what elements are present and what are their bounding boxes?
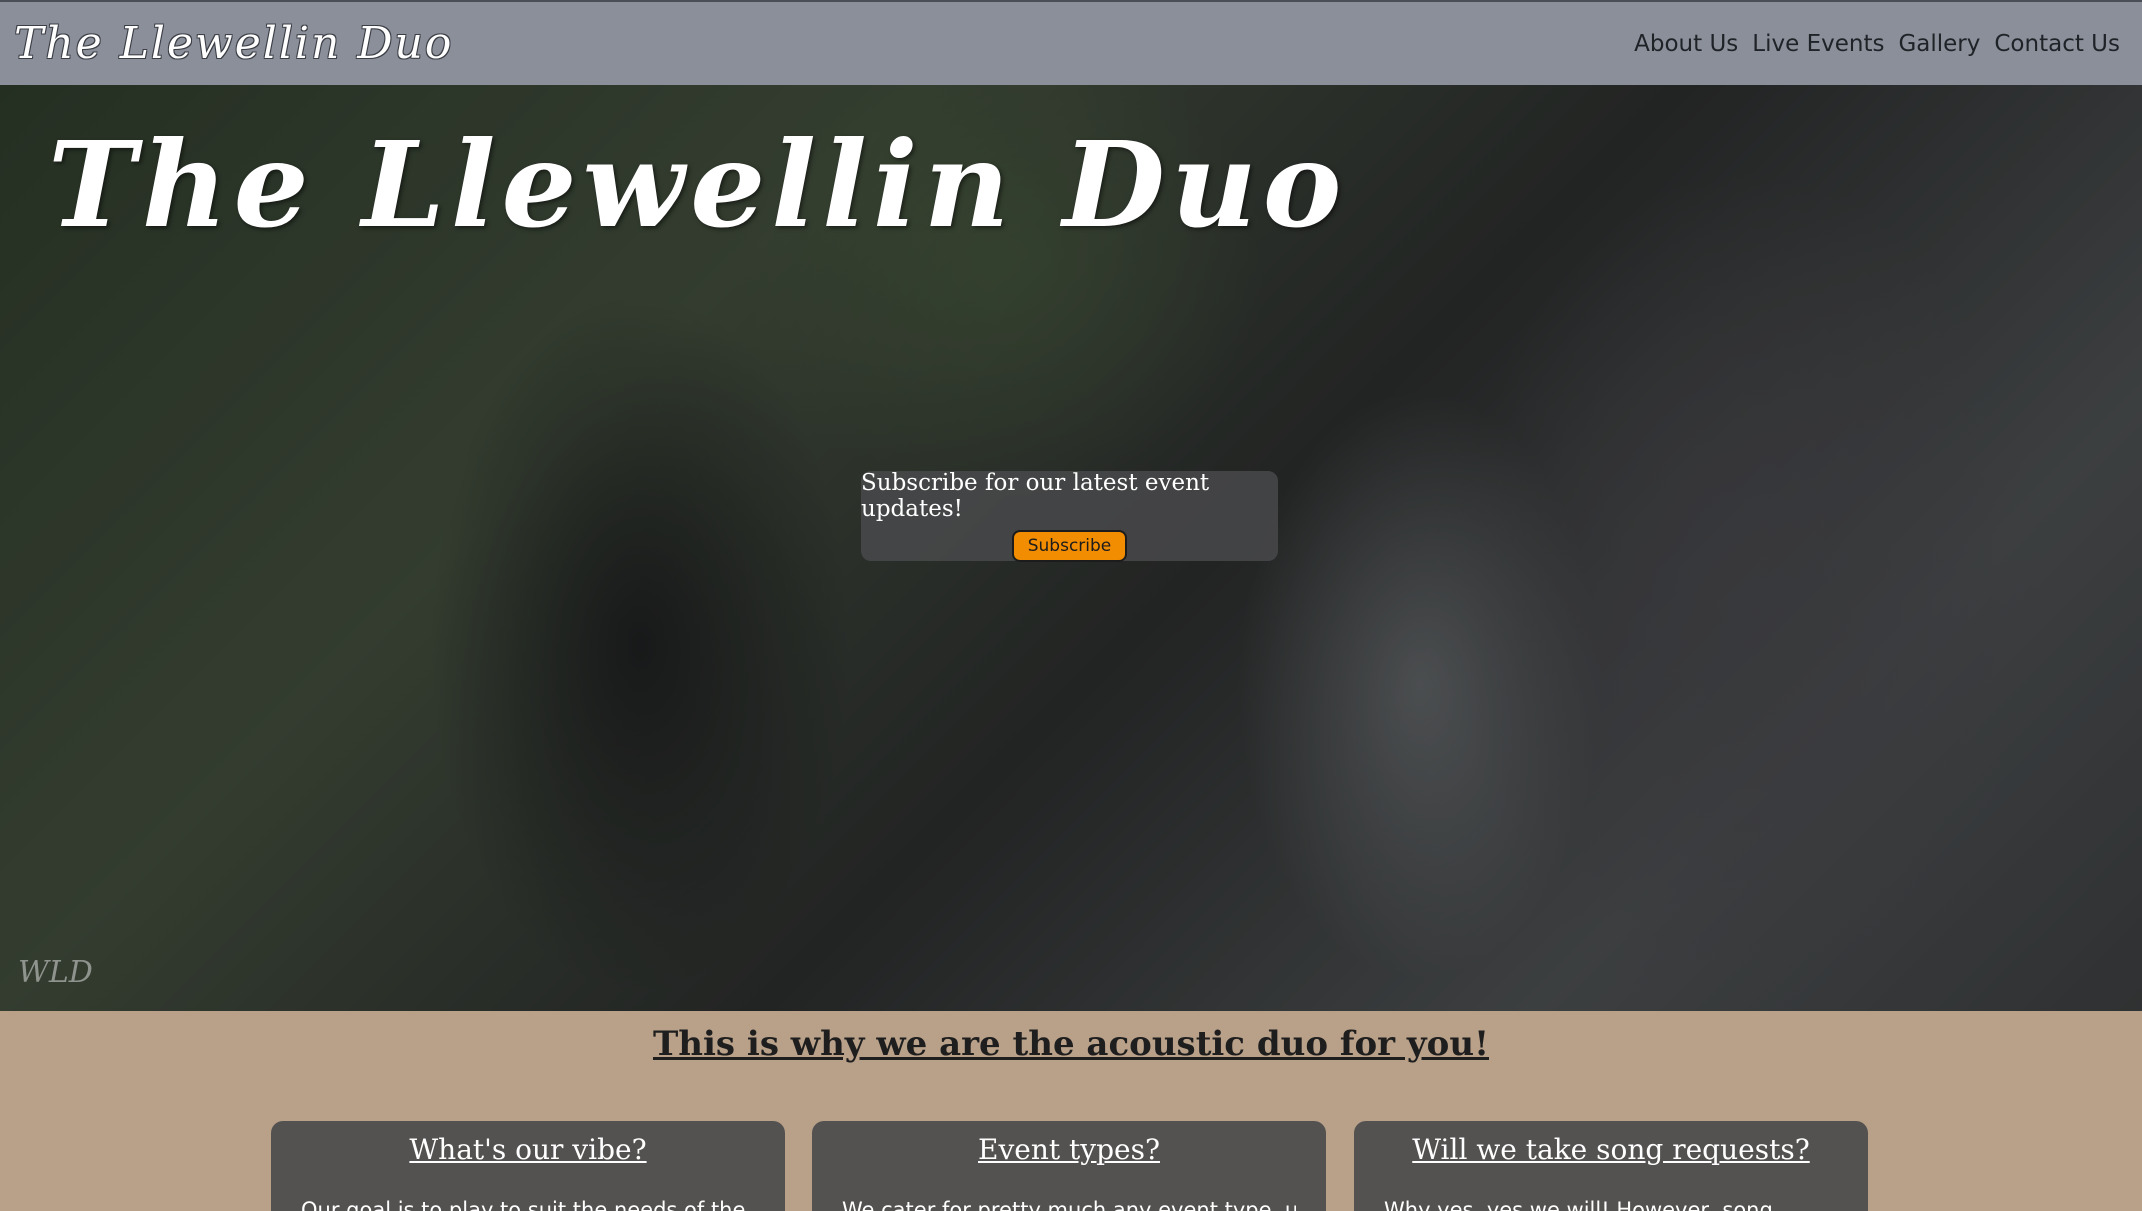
card-song-requests: Will we take song requests? Why yes, yes…: [1354, 1121, 1868, 1211]
top-navbar: The Llewellin Duo About Us Live Events G…: [0, 0, 2142, 85]
subscribe-text: Subscribe for our latest event updates!: [861, 470, 1210, 522]
nav-link-gallery[interactable]: Gallery: [1898, 31, 1980, 57]
nav-links: About Us Live Events Gallery Contact Us: [1634, 31, 2120, 57]
card-vibe: What's our vibe? Our goal is to play to …: [271, 1121, 785, 1211]
card-event-types: Event types? We cater for pretty much an…: [812, 1121, 1326, 1211]
photo-watermark: WLD: [18, 955, 93, 990]
card-title: What's our vibe?: [409, 1133, 647, 1166]
nav-logo[interactable]: The Llewellin Duo: [14, 18, 453, 69]
subscribe-panel: Subscribe for our latest event updates! …: [861, 470, 1278, 562]
card-text: We cater for pretty much any event type,…: [842, 1198, 1296, 1211]
card-title: Will we take song requests?: [1412, 1133, 1810, 1166]
section-heading: This is why we are the acoustic duo for …: [652, 1024, 1489, 1064]
card-text: Our goal is to play to suit the needs of…: [301, 1198, 746, 1211]
nav-link-contact-us[interactable]: Contact Us: [1994, 31, 2120, 57]
nav-link-about-us[interactable]: About Us: [1634, 31, 1738, 57]
subscribe-button[interactable]: Subscribe: [1011, 530, 1128, 562]
hero-banner: The Llewellin Duo WLD Subscribe for our …: [0, 85, 2142, 1011]
nav-link-live-events[interactable]: Live Events: [1752, 31, 1884, 57]
card-title: Event types?: [978, 1133, 1160, 1166]
card-text: Why yes, yes we will! However, song: [1384, 1198, 1773, 1211]
hero-title: The Llewellin Duo: [48, 115, 1348, 254]
